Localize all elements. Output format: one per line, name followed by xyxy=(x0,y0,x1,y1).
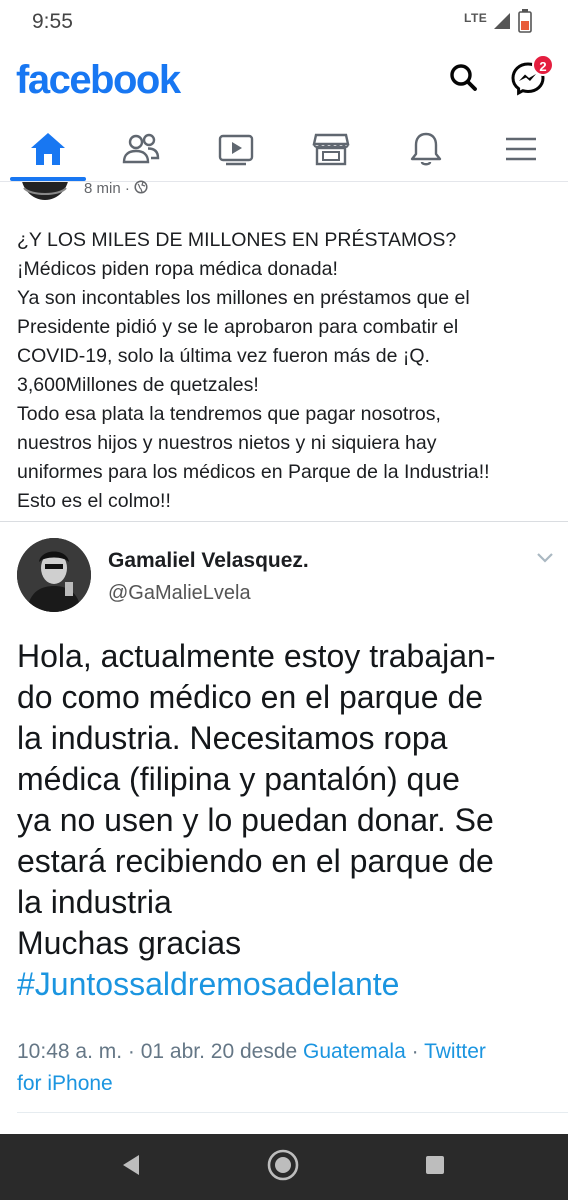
back-button[interactable] xyxy=(114,1150,148,1184)
chevron-down-icon xyxy=(535,550,555,569)
post-line: 3,600Millones de quetzales! xyxy=(17,374,259,396)
search-icon[interactable] xyxy=(444,58,484,98)
bell-icon xyxy=(406,130,446,173)
nav-tabs xyxy=(0,120,568,182)
tab-home[interactable] xyxy=(18,126,78,176)
globe-icon xyxy=(134,180,148,197)
home-button[interactable] xyxy=(266,1148,300,1187)
android-nav-bar xyxy=(0,1134,568,1200)
tab-friends[interactable] xyxy=(111,126,171,176)
post-image-divider xyxy=(0,521,568,522)
tab-marketplace[interactable] xyxy=(301,126,361,176)
post-timestamp[interactable]: 8 min · xyxy=(84,180,148,197)
messenger-badge: 2 xyxy=(532,54,554,76)
tweet-line: Muchas gracias xyxy=(17,925,242,961)
post-line: ¿Y LOS MILES DE MILLONES EN PRÉSTAMOS? xyxy=(17,229,457,251)
tweet-timestamp: 10:48 a. m. · 01 abr. 20 desde xyxy=(17,1040,304,1063)
battery-icon xyxy=(518,9,532,38)
status-time: 9:55 xyxy=(32,10,73,33)
friends-icon xyxy=(121,131,161,172)
status-bar: 9:55 LTE xyxy=(0,0,568,44)
post-line: uniformes para los médicos en Parque de … xyxy=(17,461,490,483)
tweet-line: médica (filipina y pantalón) que xyxy=(17,761,460,797)
tab-menu[interactable] xyxy=(491,126,551,176)
tweet-meta: 10:48 a. m. · 01 abr. 20 desde Guatemala… xyxy=(17,1036,557,1100)
tweet-source-continued: for iPhone xyxy=(17,1072,113,1095)
tweet-body: Hola, actualmente estoy trabajan- do com… xyxy=(17,636,557,1005)
recents-button[interactable] xyxy=(418,1150,452,1184)
home-icon xyxy=(28,130,68,173)
tweet-author-handle: @GaMalieLvela xyxy=(108,582,251,604)
signal-icon xyxy=(492,11,512,36)
tweet-line: la industria xyxy=(17,884,172,920)
app-header: facebook xyxy=(0,44,568,120)
tweet-line: estará recibiendo en el parque de xyxy=(17,843,494,879)
tweet-meta-separator: · xyxy=(405,1040,425,1063)
facebook-logo[interactable]: facebook xyxy=(16,58,181,103)
tab-watch[interactable] xyxy=(206,126,266,176)
post-time-text: 8 min · xyxy=(84,180,135,197)
post-line: Ya son incontables los millones en prést… xyxy=(17,287,470,309)
tweet-divider xyxy=(17,1112,568,1113)
post-line: COVID-19, solo la última vez fueron más … xyxy=(17,345,430,367)
post-line: Esto es el colmo!! xyxy=(17,490,171,512)
post-author-avatar[interactable] xyxy=(20,182,70,204)
circle-home-icon xyxy=(266,1148,300,1187)
marketplace-icon xyxy=(311,131,351,172)
tweet-hashtag: #Juntossaldremosadelante xyxy=(17,966,400,1002)
back-icon xyxy=(120,1153,142,1182)
post-line: nuestros hijos y nuestros nietos y ni si… xyxy=(17,432,437,454)
network-type: LTE xyxy=(464,11,488,25)
watch-icon xyxy=(216,131,256,172)
tweet-line: do como médico en el parque de xyxy=(17,679,484,715)
tab-notifications[interactable] xyxy=(396,126,456,176)
menu-icon xyxy=(501,131,541,172)
post-line: Todo esa plata la tendremos que pagar no… xyxy=(17,403,441,425)
tweet-location: Guatemala xyxy=(303,1040,406,1063)
tweet-author-avatar[interactable] xyxy=(17,538,91,612)
tweet-line: Hola, actualmente estoy trabajan- xyxy=(17,638,496,674)
tweet-source: Twitter xyxy=(424,1040,486,1063)
tweet-author-name: Gamaliel Velasquez. xyxy=(108,549,309,572)
square-recents-icon xyxy=(424,1154,446,1181)
post-line: Presidente pidió y se le aprobaron para … xyxy=(17,316,459,338)
post-text: ¿Y LOS MILES DE MILLONES EN PRÉSTAMOS? ¡… xyxy=(17,226,557,516)
tweet-line: ya no usen y lo puedan donar. Se xyxy=(17,802,494,838)
tweet-line: la industria. Necesitamos ropa xyxy=(17,720,448,756)
post-line: ¡Médicos piden ropa médica donada! xyxy=(17,258,338,280)
